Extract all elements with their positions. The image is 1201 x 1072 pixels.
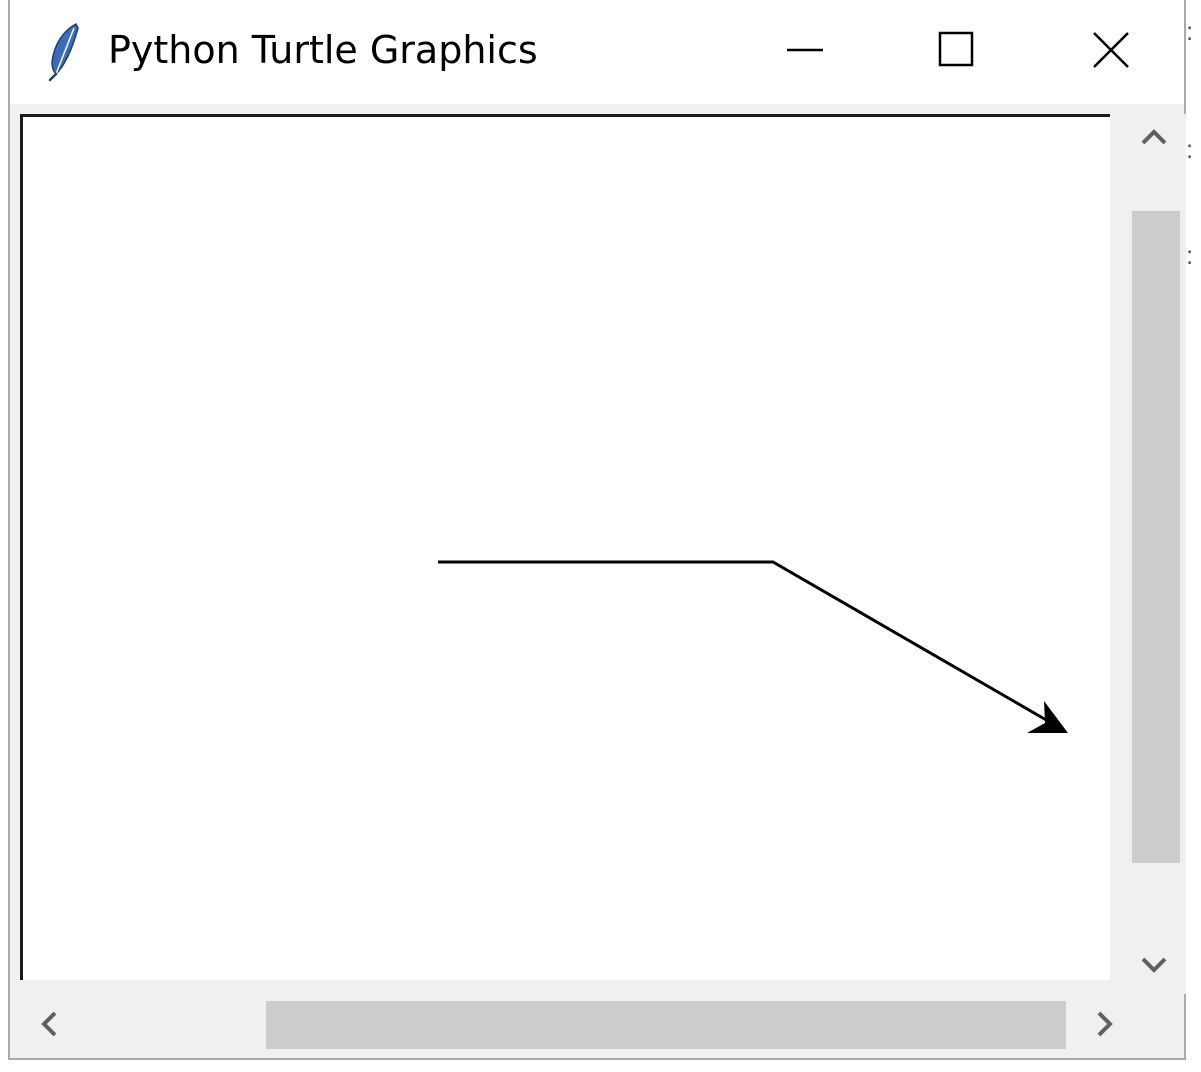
scroll-down-button[interactable] xyxy=(1134,944,1174,984)
horizontal-scroll-thumb[interactable] xyxy=(266,1001,1066,1049)
background-window-fragment: : xyxy=(1186,134,1194,164)
scroll-right-button[interactable] xyxy=(1084,1004,1124,1044)
close-button[interactable] xyxy=(1061,0,1161,100)
turtle-arrow-cursor xyxy=(1027,701,1068,733)
vertical-scrollbar[interactable] xyxy=(1122,114,1186,994)
chevron-up-icon xyxy=(1141,129,1167,145)
chevron-right-icon xyxy=(1097,1011,1113,1037)
chevron-down-icon xyxy=(1141,957,1167,973)
maximize-icon xyxy=(938,31,974,67)
feather-icon xyxy=(48,22,79,82)
minimize-icon xyxy=(787,48,823,52)
horizontal-scrollbar[interactable] xyxy=(20,994,1122,1054)
title-bar[interactable]: Python Turtle Graphics xyxy=(10,0,1184,104)
turtle-path xyxy=(438,560,1049,723)
maximize-button[interactable] xyxy=(907,0,1007,100)
turtle-drawing xyxy=(438,560,1068,733)
vertical-scroll-thumb[interactable] xyxy=(1132,211,1180,863)
close-icon xyxy=(1093,32,1129,68)
scroll-up-button[interactable] xyxy=(1134,118,1174,158)
window-title: Python Turtle Graphics xyxy=(108,28,538,72)
turtle-canvas[interactable] xyxy=(20,114,1110,980)
chevron-left-icon xyxy=(41,1011,57,1037)
minimize-button[interactable] xyxy=(755,0,855,100)
scroll-left-button[interactable] xyxy=(30,1004,70,1044)
screen: : : : Python Turtle Graphics xyxy=(0,0,1201,1072)
background-window-fragment: : xyxy=(1186,240,1194,270)
turtle-window: Python Turtle Graphics xyxy=(8,0,1186,1060)
background-window-fragment: : xyxy=(1186,16,1194,46)
